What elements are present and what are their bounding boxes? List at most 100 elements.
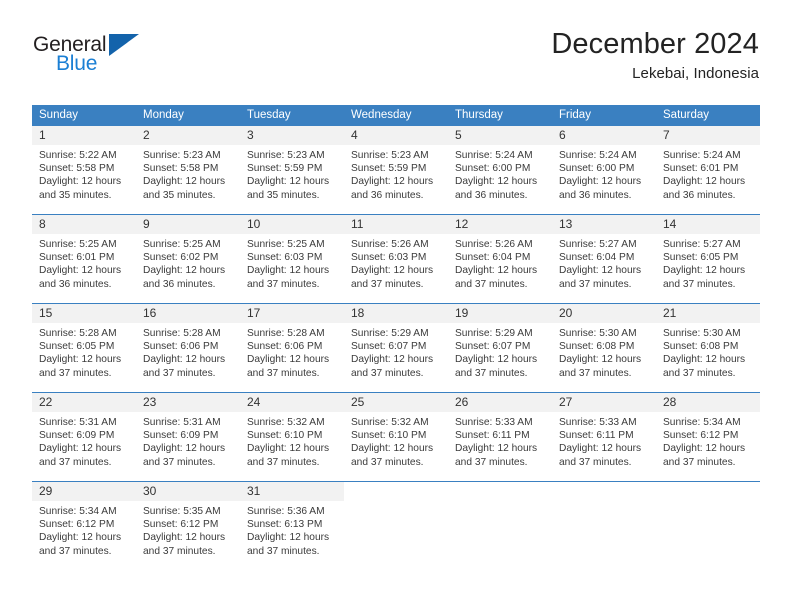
brand-logo[interactable]: General Blue xyxy=(33,28,145,74)
day-number: 17 xyxy=(240,304,344,323)
calendar-day-cell[interactable]: 14 Sunrise: 5:27 AM Sunset: 6:05 PM Dayligh… xyxy=(656,214,760,304)
day-sun-info: Sunrise: 5:35 AM Sunset: 6:12 PM Daylight:… xyxy=(136,501,240,558)
daylight-duration-line1: Daylight: 12 hours xyxy=(663,354,746,366)
weekday-header-friday: Friday xyxy=(552,105,656,126)
calendar-week-row: 8 Sunrise: 5:25 AM Sunset: 6:01 PM Daylight… xyxy=(32,214,760,304)
daylight-duration-line1: Daylight: 12 hours xyxy=(39,443,122,455)
sunset-time: Sunset: 6:05 PM xyxy=(39,341,115,353)
calendar-day-cell[interactable]: 15 Sunrise: 5:28 AM Sunset: 6:05 PM Dayligh… xyxy=(32,303,136,393)
sunrise-time: Sunrise: 5:29 AM xyxy=(455,328,533,339)
calendar-day-cell[interactable]: 3 Sunrise: 5:23 AM Sunset: 5:59 PM Daylight… xyxy=(240,125,344,215)
calendar-day-cell[interactable]: 22 Sunrise: 5:31 AM Sunset: 6:09 PM Dayligh… xyxy=(32,392,136,482)
weekday-header-tuesday: Tuesday xyxy=(240,105,344,126)
sunset-time: Sunset: 6:09 PM xyxy=(143,430,219,442)
day-number: 6 xyxy=(552,126,656,145)
calendar-day-cell[interactable]: 27 Sunrise: 5:33 AM Sunset: 6:11 PM Dayligh… xyxy=(552,392,656,482)
calendar-day-cell[interactable]: 8 Sunrise: 5:25 AM Sunset: 6:01 PM Daylight… xyxy=(32,214,136,304)
calendar-day-cell[interactable]: 20 Sunrise: 5:30 AM Sunset: 6:08 PM Dayligh… xyxy=(552,303,656,393)
calendar-day-cell[interactable]: 31 Sunrise: 5:36 AM Sunset: 6:13 PM Dayligh… xyxy=(240,481,344,571)
calendar-day-cell[interactable]: 4 Sunrise: 5:23 AM Sunset: 5:59 PM Daylight… xyxy=(344,125,448,215)
calendar-header-row: Sunday Monday Tuesday Wednesday Thursday… xyxy=(32,105,760,126)
calendar-day-cell[interactable]: 10 Sunrise: 5:25 AM Sunset: 6:03 PM Dayligh… xyxy=(240,214,344,304)
calendar-day-cell[interactable]: 28 Sunrise: 5:34 AM Sunset: 6:12 PM Dayligh… xyxy=(656,392,760,482)
day-number: 12 xyxy=(448,215,552,234)
calendar-day-cell[interactable]: 7 Sunrise: 5:24 AM Sunset: 6:01 PM Daylight… xyxy=(656,125,760,215)
daylight-duration-line2: and 37 minutes. xyxy=(559,278,632,290)
sunrise-time: Sunrise: 5:34 AM xyxy=(663,417,741,428)
calendar-week-row: 22 Sunrise: 5:31 AM Sunset: 6:09 PM Dayligh… xyxy=(32,392,760,482)
day-number: 3 xyxy=(240,126,344,145)
daylight-duration-line2: and 36 minutes. xyxy=(663,189,736,201)
calendar-day-cell[interactable]: 30 Sunrise: 5:35 AM Sunset: 6:12 PM Dayligh… xyxy=(136,481,240,571)
calendar-day-cell[interactable]: 2 Sunrise: 5:23 AM Sunset: 5:58 PM Daylight… xyxy=(136,125,240,215)
sunset-time: Sunset: 6:06 PM xyxy=(247,341,323,353)
calendar-day-cell[interactable]: 1 Sunrise: 5:22 AM Sunset: 5:58 PM Daylight… xyxy=(32,125,136,215)
calendar-day-cell[interactable]: 29 Sunrise: 5:34 AM Sunset: 6:12 PM Dayligh… xyxy=(32,481,136,571)
day-number: 1 xyxy=(32,126,136,145)
calendar-day-cell[interactable]: 18 Sunrise: 5:29 AM Sunset: 6:07 PM Dayligh… xyxy=(344,303,448,393)
weekday-header-thursday: Thursday xyxy=(448,105,552,126)
calendar-day-cell[interactable]: 21 Sunrise: 5:30 AM Sunset: 6:08 PM Dayligh… xyxy=(656,303,760,393)
sunrise-time: Sunrise: 5:26 AM xyxy=(455,239,533,250)
calendar-day-cell[interactable]: 23 Sunrise: 5:31 AM Sunset: 6:09 PM Dayligh… xyxy=(136,392,240,482)
calendar-day-cell[interactable]: 6 Sunrise: 5:24 AM Sunset: 6:00 PM Daylight… xyxy=(552,125,656,215)
calendar-day-cell[interactable]: 9 Sunrise: 5:25 AM Sunset: 6:02 PM Daylight… xyxy=(136,214,240,304)
daylight-duration-line2: and 37 minutes. xyxy=(351,456,424,468)
calendar-day-cell[interactable]: 25 Sunrise: 5:32 AM Sunset: 6:10 PM Dayligh… xyxy=(344,392,448,482)
calendar-week-row: 15 Sunrise: 5:28 AM Sunset: 6:05 PM Dayligh… xyxy=(32,303,760,393)
daylight-duration-line1: Daylight: 12 hours xyxy=(663,265,746,277)
calendar-day-cell[interactable]: 16 Sunrise: 5:28 AM Sunset: 6:06 PM Dayligh… xyxy=(136,303,240,393)
day-sun-info xyxy=(552,501,656,505)
day-sun-info: Sunrise: 5:30 AM Sunset: 6:08 PM Daylight:… xyxy=(656,323,760,380)
sunset-time: Sunset: 6:10 PM xyxy=(247,430,323,442)
day-number: 11 xyxy=(344,215,448,234)
sunset-time: Sunset: 6:12 PM xyxy=(143,519,219,531)
day-sun-info xyxy=(448,501,552,505)
calendar-day-cell[interactable]: 13 Sunrise: 5:27 AM Sunset: 6:04 PM Dayligh… xyxy=(552,214,656,304)
sunrise-time: Sunrise: 5:23 AM xyxy=(351,150,429,161)
day-sun-info: Sunrise: 5:28 AM Sunset: 6:06 PM Daylight:… xyxy=(136,323,240,380)
sunrise-time: Sunrise: 5:32 AM xyxy=(351,417,429,428)
day-number: 27 xyxy=(552,393,656,412)
daylight-duration-line2: and 37 minutes. xyxy=(143,367,216,379)
sunrise-time: Sunrise: 5:30 AM xyxy=(663,328,741,339)
daylight-duration-line1: Daylight: 12 hours xyxy=(143,265,226,277)
sunrise-time: Sunrise: 5:29 AM xyxy=(351,328,429,339)
day-sun-info: Sunrise: 5:26 AM Sunset: 6:04 PM Daylight:… xyxy=(448,234,552,291)
weekday-header-monday: Monday xyxy=(136,105,240,126)
daylight-duration-line2: and 37 minutes. xyxy=(39,367,112,379)
daylight-duration-line1: Daylight: 12 hours xyxy=(559,443,642,455)
calendar-day-cell[interactable]: 26 Sunrise: 5:33 AM Sunset: 6:11 PM Dayligh… xyxy=(448,392,552,482)
day-number xyxy=(552,482,656,501)
daylight-duration-line1: Daylight: 12 hours xyxy=(247,176,330,188)
sunset-time: Sunset: 6:12 PM xyxy=(39,519,115,531)
day-number: 16 xyxy=(136,304,240,323)
daylight-duration-line1: Daylight: 12 hours xyxy=(143,176,226,188)
calendar-page: General Blue December 2024 Lekebai, Indo… xyxy=(0,0,792,612)
sunrise-time: Sunrise: 5:33 AM xyxy=(455,417,533,428)
daylight-duration-line2: and 37 minutes. xyxy=(663,367,736,379)
day-number: 9 xyxy=(136,215,240,234)
sunset-time: Sunset: 5:58 PM xyxy=(39,163,115,175)
sunset-time: Sunset: 6:03 PM xyxy=(247,252,323,264)
calendar-day-cell[interactable]: 11 Sunrise: 5:26 AM Sunset: 6:03 PM Dayligh… xyxy=(344,214,448,304)
sunset-time: Sunset: 6:01 PM xyxy=(39,252,115,264)
daylight-duration-line2: and 36 minutes. xyxy=(351,189,424,201)
day-number: 31 xyxy=(240,482,344,501)
day-number: 2 xyxy=(136,126,240,145)
daylight-duration-line1: Daylight: 12 hours xyxy=(559,265,642,277)
day-number: 21 xyxy=(656,304,760,323)
daylight-duration-line2: and 37 minutes. xyxy=(455,278,528,290)
daylight-duration-line2: and 37 minutes. xyxy=(663,278,736,290)
sunset-time: Sunset: 6:11 PM xyxy=(559,430,634,442)
day-number xyxy=(448,482,552,501)
calendar-day-cell[interactable]: 12 Sunrise: 5:26 AM Sunset: 6:04 PM Dayligh… xyxy=(448,214,552,304)
calendar-day-cell[interactable]: 5 Sunrise: 5:24 AM Sunset: 6:00 PM Daylight… xyxy=(448,125,552,215)
calendar-day-cell[interactable]: 17 Sunrise: 5:28 AM Sunset: 6:06 PM Dayligh… xyxy=(240,303,344,393)
calendar-week-row: 1 Sunrise: 5:22 AM Sunset: 5:58 PM Daylight… xyxy=(32,125,760,215)
weekday-header-sunday: Sunday xyxy=(32,105,136,126)
day-sun-info: Sunrise: 5:31 AM Sunset: 6:09 PM Daylight:… xyxy=(32,412,136,469)
day-number xyxy=(656,482,760,501)
calendar-day-cell[interactable]: 19 Sunrise: 5:29 AM Sunset: 6:07 PM Dayligh… xyxy=(448,303,552,393)
calendar-day-cell[interactable]: 24 Sunrise: 5:32 AM Sunset: 6:10 PM Dayligh… xyxy=(240,392,344,482)
